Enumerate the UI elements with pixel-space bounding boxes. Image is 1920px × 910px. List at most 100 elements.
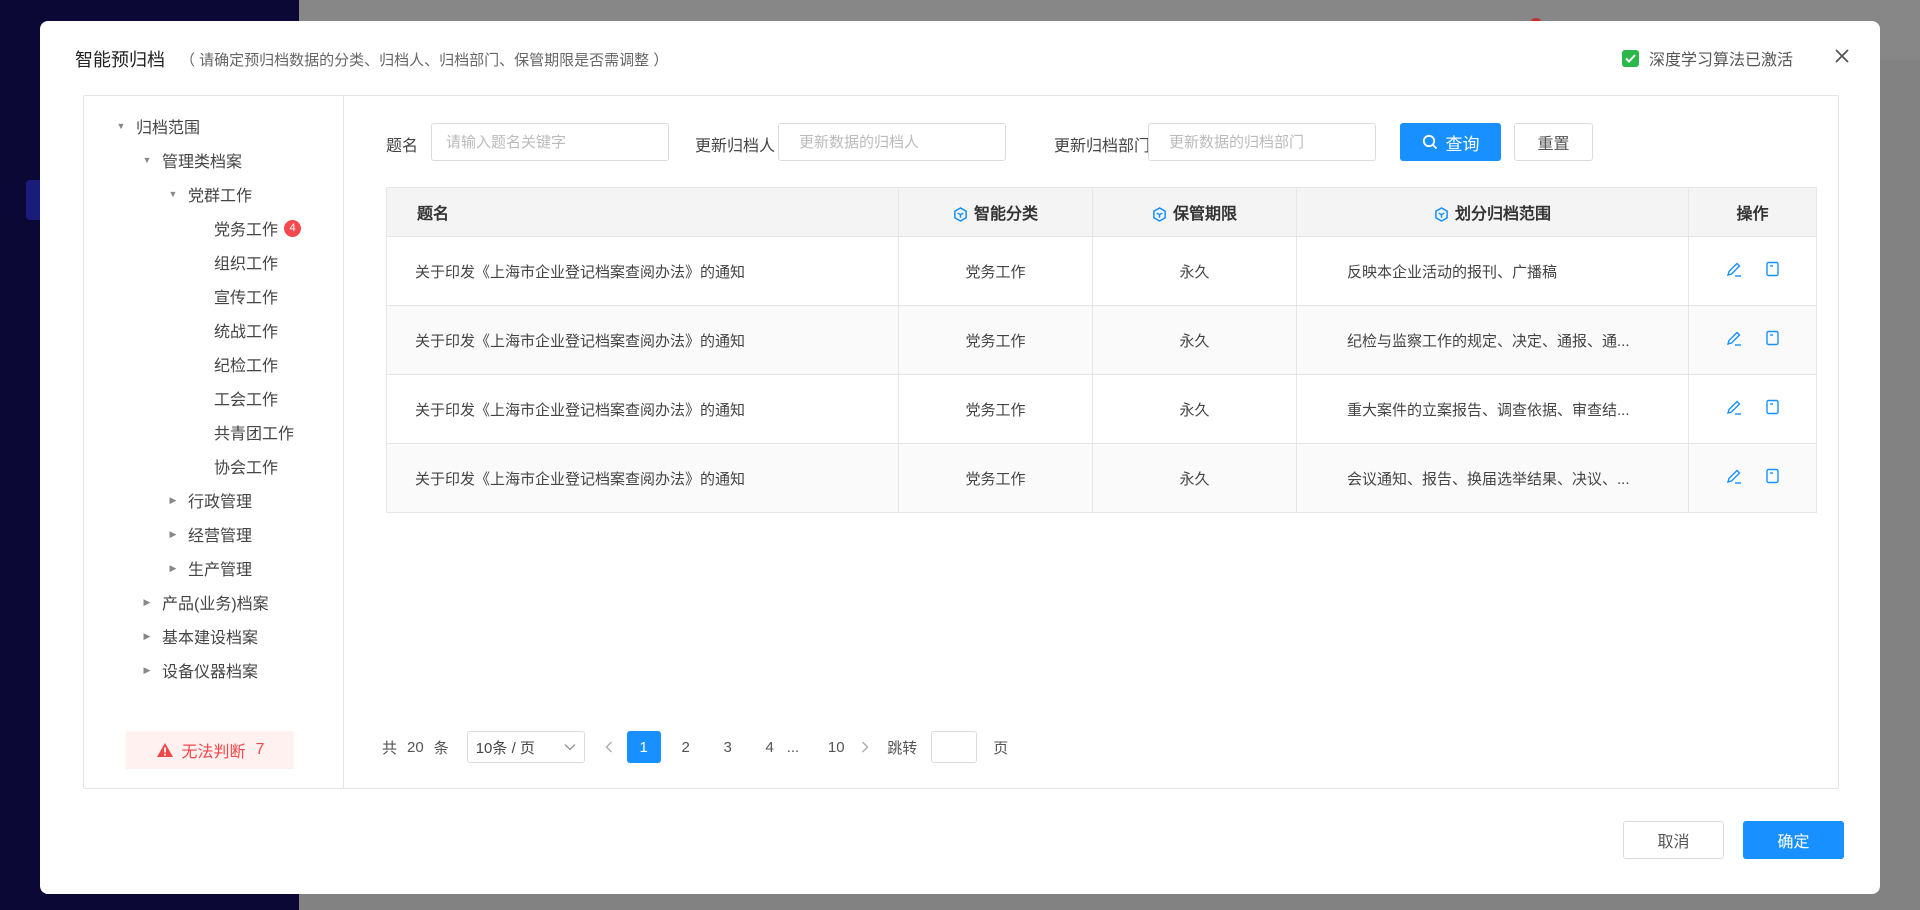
cell-title: 关于印发《上海市企业登记档案查阅办法》的通知 bbox=[386, 374, 899, 444]
chevron-down-icon bbox=[564, 744, 576, 751]
close-icon bbox=[1835, 49, 1849, 63]
document-icon bbox=[1765, 330, 1779, 346]
tree-node-administration[interactable]: ▶ 行政管理 bbox=[166, 488, 252, 512]
document-icon bbox=[1765, 261, 1779, 277]
cell-scope: 会议通知、报告、换届选举结果、决议、... bbox=[1296, 443, 1689, 513]
ai-cube-icon bbox=[1435, 207, 1448, 223]
caret-right-icon[interactable]: ▶ bbox=[140, 629, 154, 643]
tree-node-product-archive[interactable]: ▶ 产品(业务)档案 bbox=[140, 590, 269, 614]
tree-node-management-archive[interactable]: ▼ 管理类档案 bbox=[140, 148, 242, 172]
tree-node-production[interactable]: ▶ 生产管理 bbox=[166, 556, 252, 580]
tree-node-united-front[interactable]: 统战工作 bbox=[214, 318, 278, 342]
edit-icon bbox=[1726, 400, 1741, 415]
tree-node-label: 党群工作 bbox=[188, 188, 253, 205]
reset-button[interactable]: 重置 bbox=[1514, 123, 1593, 161]
total-prefix: 共 bbox=[382, 739, 398, 757]
content-area: 题名 更新归档人 更新归档部门 查询 重置 题名 智能分类 bbox=[344, 96, 1838, 788]
page-button-last[interactable]: 10 bbox=[819, 731, 853, 763]
edit-button[interactable] bbox=[1726, 330, 1742, 346]
dept-input[interactable] bbox=[1148, 123, 1376, 161]
ai-status: 深度学习算法已激活 bbox=[1622, 46, 1793, 70]
detail-button[interactable] bbox=[1764, 330, 1780, 346]
tree-node-party-work[interactable]: ▼ 党群工作 bbox=[166, 182, 252, 206]
detail-button[interactable] bbox=[1764, 399, 1780, 415]
table-row: 关于印发《上海市企业登记档案查阅办法》的通知 党务工作 永久 反映本企业活动的报… bbox=[386, 236, 1817, 306]
tree-node-construction-archive[interactable]: ▶ 基本建设档案 bbox=[140, 624, 258, 648]
modal-title: 智能预归档 bbox=[75, 50, 165, 70]
jump-label: 跳转 bbox=[887, 739, 918, 757]
caret-down-icon[interactable]: ▼ bbox=[166, 187, 180, 201]
caret-down-icon[interactable]: ▼ bbox=[114, 119, 128, 133]
search-icon bbox=[1422, 134, 1437, 150]
tree-node-label: 协会工作 bbox=[214, 460, 279, 477]
tree-node-label: 工会工作 bbox=[214, 392, 279, 409]
edit-button[interactable] bbox=[1726, 468, 1742, 484]
page-button-1[interactable]: 1 bbox=[626, 731, 661, 763]
page-button-4[interactable]: 4 bbox=[753, 731, 787, 763]
cell-category: 党务工作 bbox=[898, 236, 1093, 306]
total-count: 20 bbox=[407, 738, 424, 756]
tree-node-party-affairs[interactable]: 党务工作 4 bbox=[214, 216, 302, 240]
document-icon bbox=[1765, 468, 1779, 484]
ai-status-label: 深度学习算法已激活 bbox=[1649, 52, 1794, 69]
tree-node-label: 共青团工作 bbox=[214, 426, 295, 443]
confirm-button[interactable]: 确定 bbox=[1743, 821, 1844, 859]
dept-filter-label: 更新归档部门 bbox=[1054, 138, 1151, 155]
tree-node-label: 经营管理 bbox=[188, 528, 253, 545]
jump-page-input[interactable] bbox=[931, 731, 978, 763]
caret-right-icon[interactable]: ▶ bbox=[166, 527, 180, 541]
caret-right-icon[interactable]: ▶ bbox=[166, 493, 180, 507]
cancel-button[interactable]: 取消 bbox=[1623, 821, 1724, 859]
caret-right-icon[interactable]: ▶ bbox=[140, 595, 154, 609]
cell-retention: 永久 bbox=[1092, 236, 1297, 306]
cell-category: 党务工作 bbox=[898, 305, 1093, 375]
close-button[interactable] bbox=[1830, 44, 1854, 68]
cell-actions bbox=[1688, 236, 1817, 306]
edit-button[interactable] bbox=[1726, 261, 1742, 277]
detail-button[interactable] bbox=[1764, 468, 1780, 484]
caret-right-icon[interactable]: ▶ bbox=[140, 663, 154, 677]
edit-icon bbox=[1726, 262, 1741, 277]
detail-button[interactable] bbox=[1764, 261, 1780, 277]
tree-node-label: 归档范围 bbox=[136, 120, 201, 137]
tree-node-label: 宣传工作 bbox=[214, 290, 279, 307]
tree-node-label: 产品(业务)档案 bbox=[162, 596, 269, 613]
tree-node-organization[interactable]: 组织工作 bbox=[214, 250, 278, 274]
tree-node-association[interactable]: 协会工作 bbox=[214, 454, 278, 478]
column-header-category: 智能分类 bbox=[898, 187, 1093, 237]
tree-node-label: 组织工作 bbox=[214, 256, 279, 273]
page-size-value: 10条 / 页 bbox=[475, 739, 535, 757]
tree-node-label: 基本建设档案 bbox=[162, 630, 259, 647]
tree-node-equipment-archive[interactable]: ▶ 设备仪器档案 bbox=[140, 658, 258, 682]
caret-down-icon[interactable]: ▼ bbox=[140, 153, 154, 167]
column-header-title: 题名 bbox=[386, 187, 899, 237]
tree-node-union[interactable]: 工会工作 bbox=[214, 386, 278, 410]
title-search-input[interactable] bbox=[431, 123, 669, 161]
page-ellipsis: ... bbox=[786, 738, 800, 756]
prev-page-button[interactable] bbox=[597, 731, 621, 763]
tree-node-root[interactable]: ▼ 归档范围 bbox=[114, 114, 200, 138]
search-button[interactable]: 查询 bbox=[1400, 123, 1501, 161]
cell-actions bbox=[1688, 443, 1817, 513]
edit-button[interactable] bbox=[1726, 399, 1742, 415]
page-button-3[interactable]: 3 bbox=[711, 731, 745, 763]
smart-prearchive-modal: 智能预归档 （ 请确定预归档数据的分类、归档人、归档部门、保管期限是否需调整 ）… bbox=[40, 21, 1880, 894]
tree-node-operations[interactable]: ▶ 经营管理 bbox=[166, 522, 252, 546]
tree-node-discipline[interactable]: 纪检工作 bbox=[214, 352, 278, 376]
page-unit-label: 页 bbox=[993, 739, 1009, 757]
tree-node-label: 党务工作 bbox=[214, 222, 279, 239]
caret-right-icon[interactable]: ▶ bbox=[166, 561, 180, 575]
check-icon bbox=[1622, 49, 1639, 67]
tree-node-youth-league[interactable]: 共青团工作 bbox=[214, 420, 294, 444]
cell-actions bbox=[1688, 305, 1817, 375]
undetermined-button[interactable]: 无法判断 7 bbox=[126, 731, 294, 769]
tree-node-label: 生产管理 bbox=[188, 562, 253, 579]
cell-actions bbox=[1688, 374, 1817, 444]
tree-node-publicity[interactable]: 宣传工作 bbox=[214, 284, 278, 308]
page-size-select[interactable]: 10条 / 页 bbox=[466, 731, 585, 763]
next-page-button[interactable] bbox=[853, 731, 877, 763]
person-input[interactable] bbox=[778, 123, 1006, 161]
column-header-retention-label: 保管期限 bbox=[1172, 206, 1237, 223]
page-button-2[interactable]: 2 bbox=[669, 731, 703, 763]
cell-category: 党务工作 bbox=[898, 374, 1093, 444]
